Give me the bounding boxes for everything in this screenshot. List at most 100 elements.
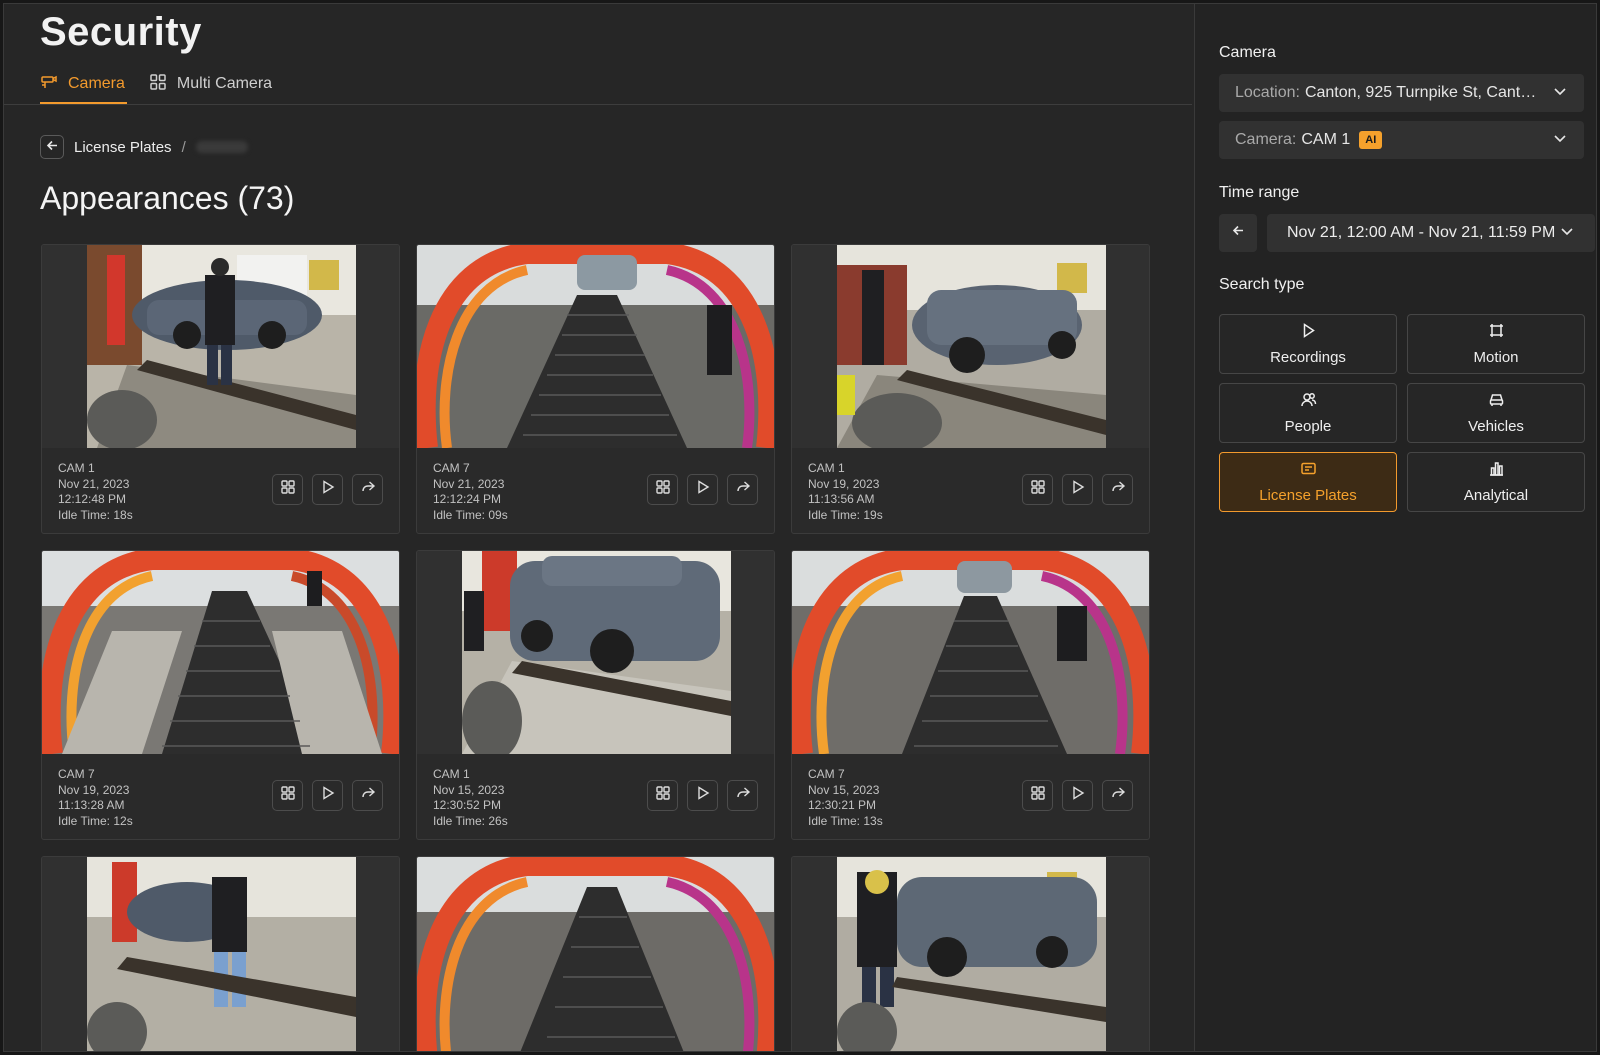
- snapshot-image: [837, 857, 1106, 1051]
- appearance-card[interactable]: [416, 856, 775, 1051]
- share-icon: [360, 785, 376, 806]
- multi-view-button[interactable]: [1022, 780, 1053, 811]
- multi-view-button[interactable]: [647, 474, 678, 505]
- card-camera: CAM 1: [58, 461, 95, 475]
- appearance-card[interactable]: CAM 7 Nov 15, 2023 12:30:21 PM Idle Time…: [791, 550, 1150, 840]
- multi-view-button[interactable]: [647, 780, 678, 811]
- share-button[interactable]: [727, 780, 758, 811]
- share-button[interactable]: [1102, 780, 1133, 811]
- search-type-analytical[interactable]: Analytical: [1407, 452, 1585, 512]
- grid-icon: [1030, 479, 1046, 500]
- card-camera: CAM 7: [808, 767, 845, 781]
- camera-snapshot[interactable]: [42, 245, 399, 448]
- appearance-card[interactable]: CAM 1 Nov 15, 2023 12:30:52 PM Idle Time…: [416, 550, 775, 840]
- time-range-previous-button[interactable]: [1219, 214, 1257, 252]
- tab-multi-camera[interactable]: Multi Camera: [149, 64, 274, 104]
- location-label: Location:: [1235, 84, 1300, 101]
- ai-badge: AI: [1359, 131, 1383, 149]
- play-button[interactable]: [312, 780, 343, 811]
- search-type-motion[interactable]: Motion: [1407, 314, 1585, 374]
- card-meta: CAM 7 Nov 19, 2023 11:13:28 AM Idle Time…: [58, 767, 133, 829]
- main-content: Security Camera Multi Camera License Pla…: [4, 4, 1192, 1051]
- filter-sidebar: Camera Location: Canton, 925 Turnpike St…: [1194, 4, 1596, 1051]
- back-button[interactable]: [40, 135, 64, 159]
- camera-snapshot[interactable]: [792, 857, 1149, 1051]
- card-date: Nov 19, 2023: [808, 476, 880, 491]
- time-range-heading: Time range: [1219, 184, 1300, 201]
- play-button[interactable]: [687, 474, 718, 505]
- card-actions: [647, 780, 758, 811]
- location-select[interactable]: Location: Canton, 925 Turnpike St, Canto…: [1219, 74, 1584, 112]
- card-time: 12:12:24 PM: [433, 492, 502, 506]
- card-idle-time: Idle Time: 09s: [433, 507, 508, 522]
- camera-snapshot[interactable]: [792, 551, 1149, 754]
- tab-camera-label: Camera: [68, 75, 125, 92]
- search-type-vehicles[interactable]: Vehicles: [1407, 383, 1585, 443]
- share-button[interactable]: [727, 474, 758, 505]
- card-idle-time: Idle Time: 26s: [433, 813, 508, 828]
- appearance-card[interactable]: CAM 1 Nov 19, 2023 11:13:56 AM Idle Time…: [791, 244, 1150, 534]
- appearances-grid: CAM 1 Nov 21, 2023 12:12:48 PM Idle Time…: [41, 244, 1156, 1051]
- camera-snapshot[interactable]: [417, 857, 774, 1051]
- appearance-card[interactable]: [791, 856, 1150, 1051]
- search-type-recordings[interactable]: Recordings: [1219, 314, 1397, 374]
- time-range-select[interactable]: Nov 21, 12:00 AM - Nov 21, 11:59 PM: [1267, 214, 1595, 252]
- play-icon: [1070, 479, 1086, 500]
- appearance-card[interactable]: [41, 856, 400, 1051]
- share-button[interactable]: [1102, 474, 1133, 505]
- location-value: Canton, 925 Turnpike St, Canton, MA: [1304, 84, 1544, 101]
- card-camera: CAM 7: [58, 767, 95, 781]
- play-icon: [695, 479, 711, 500]
- appearance-card[interactable]: CAM 7 Nov 21, 2023 12:12:24 PM Idle Time…: [416, 244, 775, 534]
- card-date: Nov 15, 2023: [808, 782, 880, 797]
- camera-snapshot[interactable]: [42, 551, 399, 754]
- snapshot-image: [87, 857, 356, 1051]
- play-button[interactable]: [312, 474, 343, 505]
- play-button[interactable]: [687, 780, 718, 811]
- play-icon: [320, 479, 336, 500]
- breadcrumb-current-redacted: [195, 141, 248, 153]
- appearance-card[interactable]: CAM 1 Nov 21, 2023 12:12:48 PM Idle Time…: [41, 244, 400, 534]
- chevron-down-icon: [1544, 130, 1568, 151]
- camera-snapshot[interactable]: [417, 551, 774, 754]
- card-actions: [647, 474, 758, 505]
- play-button[interactable]: [1062, 780, 1093, 811]
- search-type-heading: Search type: [1219, 276, 1305, 293]
- multi-view-button[interactable]: [272, 780, 303, 811]
- share-button[interactable]: [352, 780, 383, 811]
- appearance-card[interactable]: CAM 7 Nov 19, 2023 11:13:28 AM Idle Time…: [41, 550, 400, 840]
- breadcrumb-parent-link[interactable]: License Plates: [74, 139, 172, 156]
- bar-chart-icon: [1488, 460, 1505, 481]
- search-type-people[interactable]: People: [1219, 383, 1397, 443]
- multi-view-button[interactable]: [1022, 474, 1053, 505]
- search-type-label: License Plates: [1259, 487, 1357, 504]
- camera-select[interactable]: Camera: CAM 1 AI: [1219, 121, 1584, 159]
- camera-snapshot[interactable]: [417, 245, 774, 448]
- play-icon: [1070, 785, 1086, 806]
- grid-icon: [655, 785, 671, 806]
- search-type-license-plates[interactable]: License Plates: [1219, 452, 1397, 512]
- play-button[interactable]: [1062, 474, 1093, 505]
- tab-bar: Camera Multi Camera: [40, 64, 274, 104]
- camera-snapshot[interactable]: [792, 245, 1149, 448]
- card-date: Nov 19, 2023: [58, 782, 130, 797]
- card-camera: CAM 7: [433, 461, 470, 475]
- card-date: Nov 15, 2023: [433, 782, 505, 797]
- grid-icon: [280, 785, 296, 806]
- share-icon: [1110, 785, 1126, 806]
- share-button[interactable]: [352, 474, 383, 505]
- card-time: 11:13:56 AM: [808, 492, 875, 506]
- tab-camera[interactable]: Camera: [40, 64, 127, 104]
- card-camera: CAM 1: [808, 461, 845, 475]
- camera-value: CAM 1: [1301, 131, 1351, 148]
- snapshot-image: [792, 551, 1149, 754]
- people-icon: [1300, 391, 1317, 412]
- search-type-label: Analytical: [1463, 487, 1529, 504]
- camera-snapshot[interactable]: [42, 857, 399, 1051]
- card-meta: CAM 7 Nov 21, 2023 12:12:24 PM Idle Time…: [433, 461, 508, 523]
- share-icon: [735, 785, 751, 806]
- search-type-label: People: [1284, 418, 1332, 435]
- multi-view-button[interactable]: [272, 474, 303, 505]
- page-title: Security: [40, 10, 202, 54]
- grid-icon: [149, 73, 167, 96]
